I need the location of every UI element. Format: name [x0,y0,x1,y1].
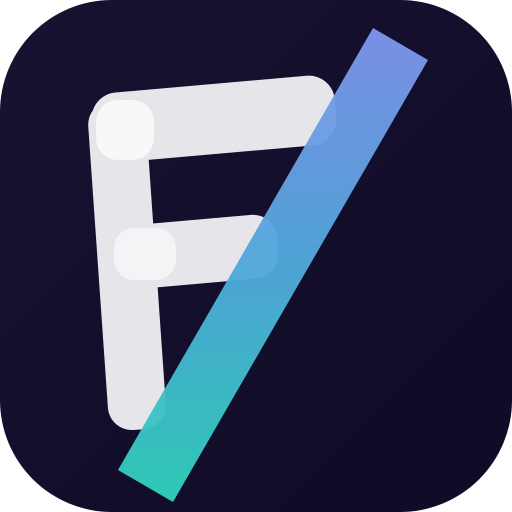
letter-f-top-joint-highlight [96,100,154,160]
app-icon [0,0,512,512]
app-logo-icon [0,0,512,512]
letter-f-middle-joint-highlight [114,228,176,280]
